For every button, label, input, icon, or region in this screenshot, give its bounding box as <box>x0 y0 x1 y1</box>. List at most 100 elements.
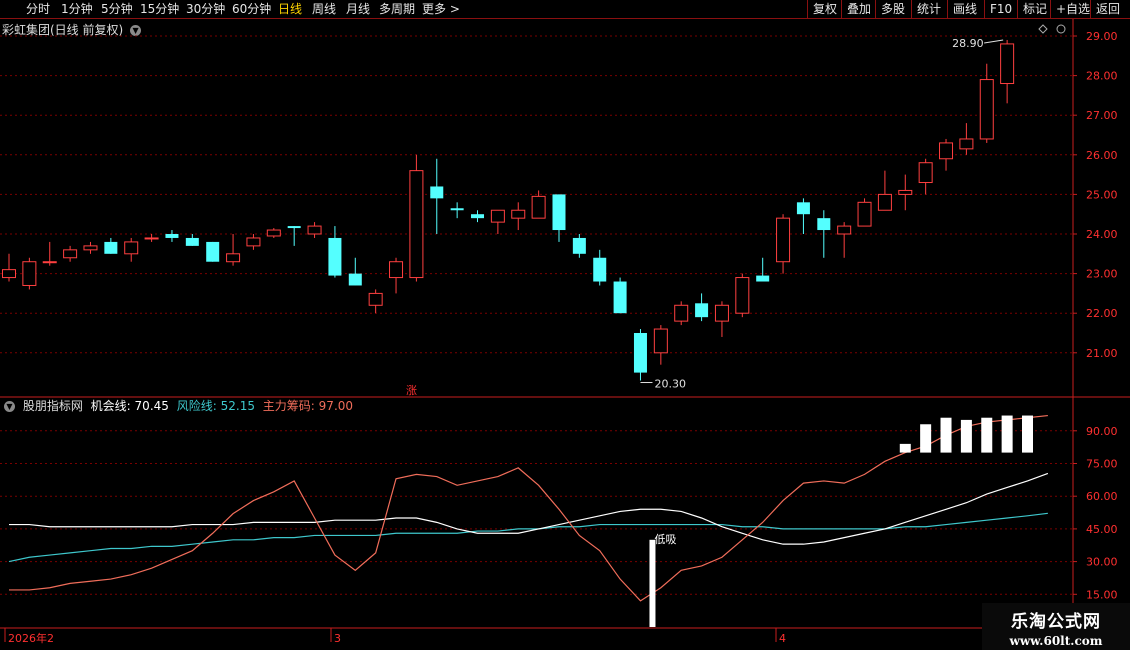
risk-label: 风险线: <box>176 399 217 413</box>
candle <box>776 214 791 274</box>
signal-label: 低吸 <box>654 533 676 546</box>
chip-bar <box>960 419 972 453</box>
candle <box>674 301 689 326</box>
chips-line <box>9 414 1048 602</box>
candle-body <box>552 194 566 231</box>
candle <box>165 230 179 242</box>
candle-body <box>674 304 689 322</box>
risk-line <box>8 512 1048 563</box>
watermark-url: www.60lt.com <box>1009 634 1103 648</box>
candle <box>877 170 892 211</box>
price-axis-label: 21.00 <box>1086 347 1118 360</box>
circle-icon <box>1056 24 1066 34</box>
high-pointer <box>984 39 1004 44</box>
candle-body <box>2 269 16 279</box>
date-axis-label: 3 <box>334 632 341 645</box>
candle <box>430 158 444 234</box>
candle-body <box>430 186 444 199</box>
candle <box>552 194 566 242</box>
rise-marker: 涨 <box>406 384 417 397</box>
candle <box>409 154 424 282</box>
candle-body <box>450 208 464 211</box>
opportunity-value: 70.45 <box>134 399 169 413</box>
candle-body <box>593 257 607 282</box>
candle-body <box>226 253 241 263</box>
candle <box>939 138 954 171</box>
candle <box>450 202 464 219</box>
price-chart[interactable]: 28.90 20.30 涨 低吸 29.00 28.00 27.00 26.00 25.00… <box>0 0 1130 650</box>
low-price-label: 20.30 <box>654 378 686 391</box>
price-axis-label: 22.00 <box>1086 307 1118 320</box>
candle-body <box>307 225 322 235</box>
price-axis-label: 23.00 <box>1086 268 1118 281</box>
candle-body <box>1000 43 1015 85</box>
indicator-axis-label: 15.00 <box>1086 588 1118 601</box>
candle <box>572 234 586 258</box>
candle <box>511 202 526 231</box>
candle-body <box>918 162 933 184</box>
candle-body <box>348 273 362 286</box>
candle <box>185 234 199 246</box>
candle-body <box>898 189 913 195</box>
chips-value: 97.00 <box>318 399 354 413</box>
price-axis-label: 24.00 <box>1086 228 1118 241</box>
candle-body <box>796 202 810 215</box>
indicator-axis-label: 75.00 <box>1086 458 1118 471</box>
candle <box>206 241 220 262</box>
risk-value: 52.15 <box>220 399 255 413</box>
candle-body <box>959 138 974 150</box>
indicator-title[interactable]: ▼ 股朋指标网 机会线: 70.45 风险线: 52.15 主力筹码: 97.0… <box>4 397 357 414</box>
candle <box>246 234 261 250</box>
candle-body <box>206 241 220 262</box>
candle <box>22 257 37 290</box>
candle <box>368 289 383 314</box>
candle <box>653 325 668 365</box>
candle <box>104 237 118 254</box>
candle-body <box>613 281 627 314</box>
chip-bar <box>1022 415 1033 453</box>
candle <box>918 158 933 195</box>
candle <box>898 174 913 211</box>
candle-body <box>471 214 485 219</box>
price-axis-label: 26.00 <box>1086 149 1118 162</box>
candle <box>226 234 241 266</box>
candle-body <box>857 201 872 227</box>
candle <box>266 228 281 238</box>
chip-bar <box>1001 415 1013 453</box>
candle-body <box>735 277 750 314</box>
candle <box>695 293 709 322</box>
candle <box>593 249 607 286</box>
candle-body <box>633 333 647 373</box>
candle <box>124 237 139 262</box>
candle <box>959 123 974 155</box>
candle-body <box>124 241 139 255</box>
indicator-axis-label: 60.00 <box>1086 490 1118 503</box>
candle <box>144 234 159 242</box>
candle-body <box>368 292 383 306</box>
watermark-logo: 乐淘公式网 www.60lt.com <box>982 603 1130 650</box>
candle <box>837 222 852 258</box>
candle-body <box>246 237 261 247</box>
candle <box>633 329 647 381</box>
candle <box>1000 39 1015 104</box>
date-axis-label: 2026年2 <box>8 631 54 645</box>
candle-body <box>83 245 98 251</box>
indicator-axis-label: 90.00 <box>1086 425 1118 438</box>
candle <box>714 301 729 337</box>
candle <box>389 257 404 294</box>
candle-body <box>266 229 281 237</box>
indicator-axis-label: 30.00 <box>1086 556 1118 569</box>
candle-body <box>287 226 301 229</box>
candle <box>471 210 485 223</box>
candle-body <box>104 241 118 254</box>
high-price-label: 28.90 <box>952 37 984 50</box>
candle-body <box>531 195 546 219</box>
chip-bar <box>920 424 932 453</box>
candle <box>817 210 831 258</box>
chip-bar <box>981 417 993 453</box>
candle <box>756 257 770 282</box>
chevron-down-icon[interactable]: ▼ <box>4 401 15 412</box>
candle-body <box>695 303 709 318</box>
watermark-main: 乐淘公式网 <box>1011 612 1101 632</box>
candle-body <box>572 237 586 254</box>
